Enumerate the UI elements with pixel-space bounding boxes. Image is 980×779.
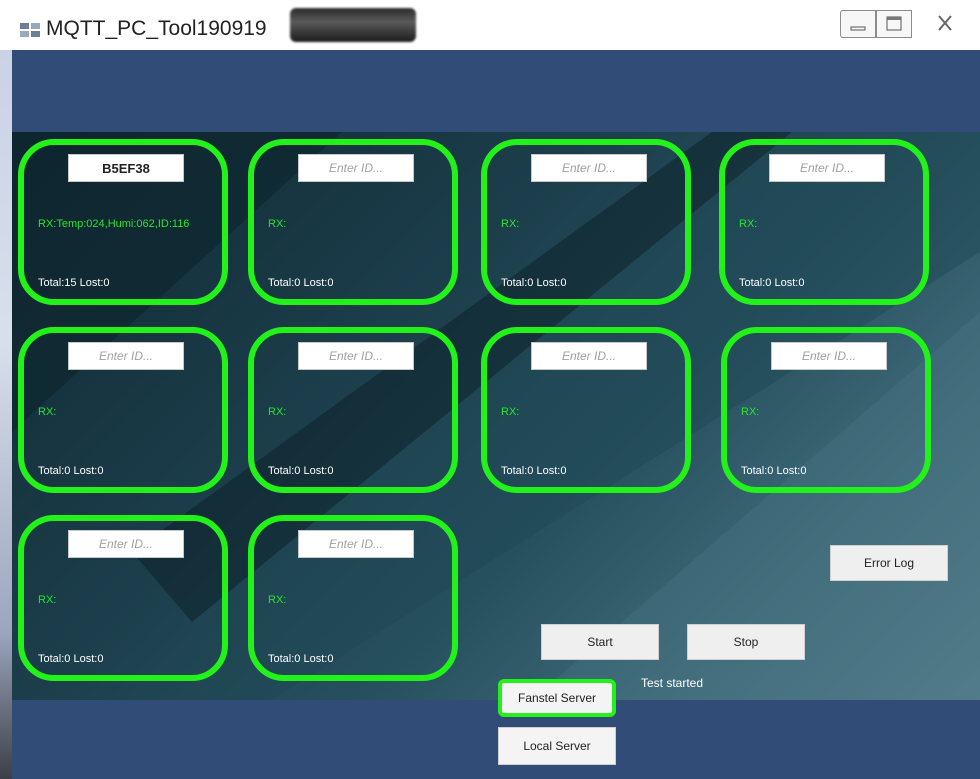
stop-button[interactable]: Stop [687, 624, 805, 660]
title-bar: MQTT_PC_Tool190919 [0, 0, 980, 50]
device-card-6: RX: Total:0 Lost:0 [248, 327, 458, 493]
device-id-input[interactable] [68, 530, 184, 558]
device-id-input[interactable] [531, 342, 647, 370]
total-lost-counter: Total:0 Lost:0 [741, 465, 807, 477]
device-id-input[interactable] [769, 154, 885, 182]
device-id-input[interactable] [531, 154, 647, 182]
device-card-2: RX: Total:0 Lost:0 [248, 139, 458, 305]
device-id-input[interactable] [298, 342, 414, 370]
device-card-8: RX: Total:0 Lost:0 [721, 327, 931, 493]
device-id-input[interactable] [68, 342, 184, 370]
minimize-icon [850, 26, 866, 31]
device-card-1: RX:Temp:024,Humi:062,ID:116 Total:15 Los… [18, 139, 228, 305]
device-card-4: RX: Total:0 Lost:0 [719, 139, 929, 305]
rx-readout: RX: [268, 594, 287, 606]
maximize-button[interactable] [876, 10, 912, 38]
rx-readout: RX: [501, 406, 520, 418]
rx-readout: RX: [739, 218, 758, 230]
total-lost-counter: Total:0 Lost:0 [268, 465, 334, 477]
blurred-thumbnail [290, 8, 416, 42]
error-log-button[interactable]: Error Log [830, 545, 948, 581]
rx-readout: RX: [501, 218, 520, 230]
footer-band [12, 700, 980, 779]
device-card-9: RX: Total:0 Lost:0 [18, 515, 228, 681]
local-server-button[interactable]: Local Server [498, 727, 616, 765]
device-card-7: RX: Total:0 Lost:0 [481, 327, 691, 493]
total-lost-counter: Total:0 Lost:0 [268, 277, 334, 289]
app-icon [20, 23, 40, 37]
window-title: MQTT_PC_Tool190919 [46, 17, 267, 40]
rx-readout: RX: [268, 406, 287, 418]
total-lost-counter: Total:0 Lost:0 [38, 653, 104, 665]
device-id-input[interactable] [771, 342, 887, 370]
status-text: Test started [641, 676, 704, 690]
total-lost-counter: Total:0 Lost:0 [268, 653, 334, 665]
total-lost-counter: Total:15 Lost:0 [38, 277, 110, 289]
maximize-icon [886, 16, 902, 31]
total-lost-counter: Total:0 Lost:0 [501, 277, 567, 289]
rx-readout: RX: [741, 406, 760, 418]
close-icon [938, 15, 952, 31]
rx-readout: RX: [38, 594, 57, 606]
device-id-input[interactable] [68, 154, 184, 182]
minimize-button[interactable] [840, 10, 876, 38]
total-lost-counter: Total:0 Lost:0 [501, 465, 567, 477]
rx-readout: RX: [38, 406, 57, 418]
rx-readout: RX:Temp:024,Humi:062,ID:116 [38, 218, 190, 230]
start-button[interactable]: Start [541, 624, 659, 660]
device-card-3: RX: Total:0 Lost:0 [481, 139, 691, 305]
device-card-5: RX: Total:0 Lost:0 [18, 327, 228, 493]
device-id-input[interactable] [298, 154, 414, 182]
rx-readout: RX: [268, 218, 287, 230]
left-edge-strip [0, 50, 12, 779]
total-lost-counter: Total:0 Lost:0 [739, 277, 805, 289]
close-button[interactable] [922, 10, 968, 36]
device-card-10: RX: Total:0 Lost:0 [248, 515, 458, 681]
fanstel-server-button[interactable]: Fanstel Server [498, 679, 616, 717]
device-id-input[interactable] [298, 530, 414, 558]
header-band [12, 50, 980, 132]
total-lost-counter: Total:0 Lost:0 [38, 465, 104, 477]
